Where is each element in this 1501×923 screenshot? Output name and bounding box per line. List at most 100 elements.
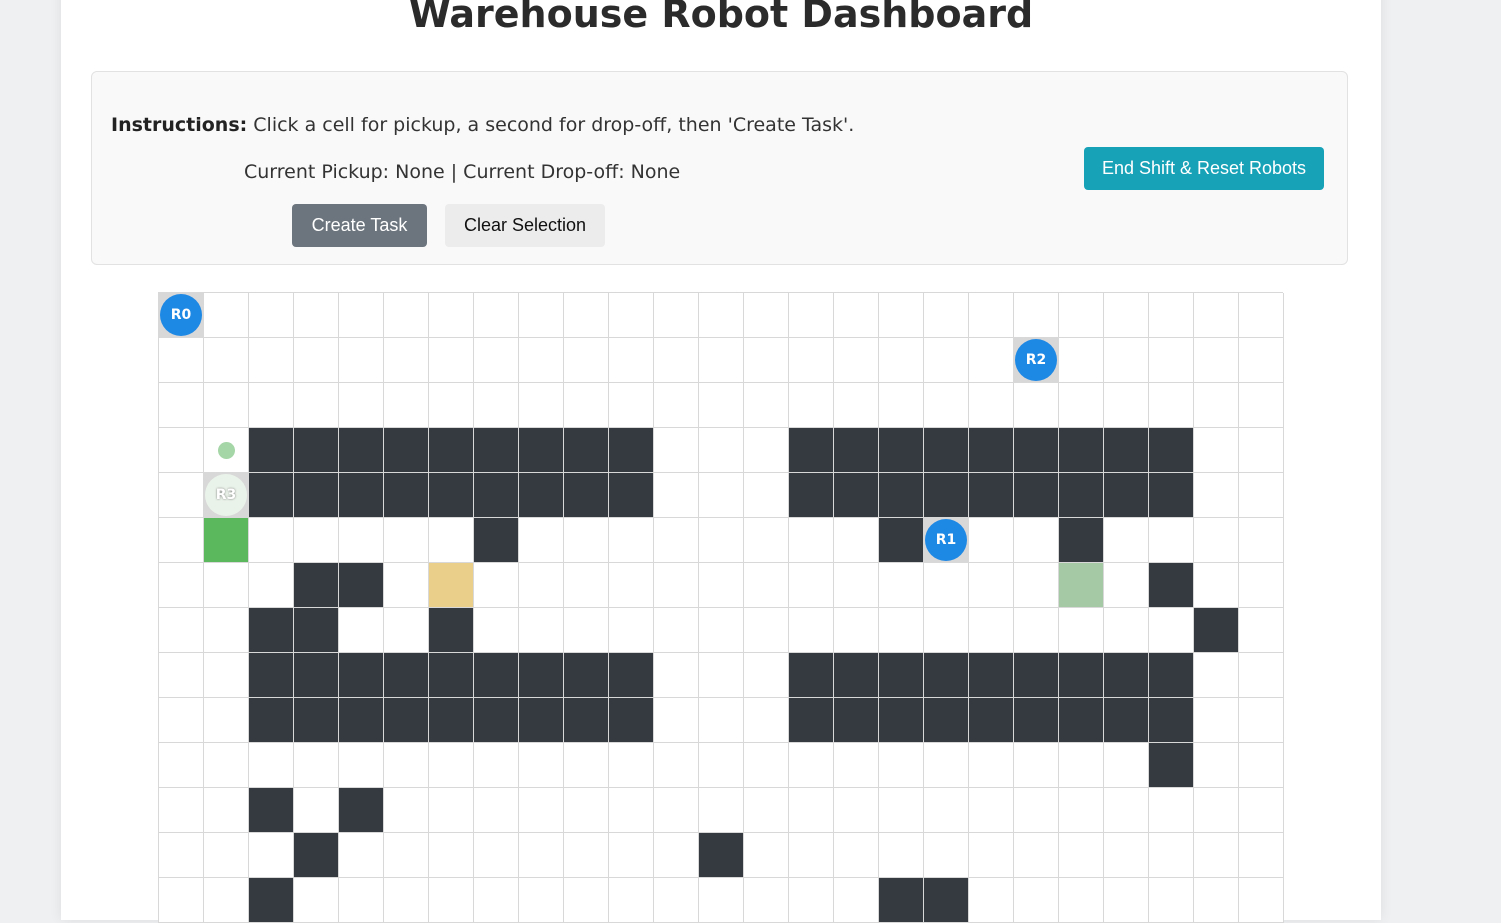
grid-cell[interactable] [1239, 563, 1284, 608]
shelf-cell[interactable] [1104, 698, 1149, 743]
grid-cell[interactable] [204, 608, 249, 653]
grid-cell[interactable] [204, 428, 249, 473]
grid-cell[interactable] [429, 833, 474, 878]
grid-cell[interactable] [654, 428, 699, 473]
grid-cell[interactable] [789, 788, 834, 833]
grid-cell[interactable] [1059, 383, 1104, 428]
shelf-cell[interactable] [339, 563, 384, 608]
shelf-cell[interactable] [294, 698, 339, 743]
grid-cell[interactable] [1014, 563, 1059, 608]
grid-cell[interactable] [699, 563, 744, 608]
shelf-cell[interactable] [1149, 743, 1194, 788]
shelf-cell[interactable] [1059, 428, 1104, 473]
grid-cell[interactable] [834, 833, 879, 878]
shelf-cell[interactable] [339, 698, 384, 743]
grid-cell[interactable] [564, 293, 609, 338]
grid-cell[interactable] [1059, 338, 1104, 383]
grid-cell[interactable] [519, 293, 564, 338]
grid-cell[interactable] [384, 743, 429, 788]
shelf-cell[interactable] [924, 653, 969, 698]
grid-cell[interactable] [699, 383, 744, 428]
grid-cell[interactable] [1239, 878, 1284, 923]
grid-cell[interactable] [1194, 878, 1239, 923]
shelf-cell[interactable] [249, 878, 294, 923]
grid-cell[interactable] [834, 608, 879, 653]
grid-cell[interactable] [1239, 293, 1284, 338]
robot-marker[interactable]: R3 [205, 474, 247, 516]
grid-cell[interactable] [519, 338, 564, 383]
shelf-cell[interactable] [474, 428, 519, 473]
grid-cell[interactable] [744, 293, 789, 338]
shelf-cell[interactable] [879, 653, 924, 698]
grid-cell[interactable] [1194, 743, 1239, 788]
grid-cell[interactable] [204, 338, 249, 383]
shelf-cell[interactable] [249, 788, 294, 833]
grid-cell[interactable] [474, 608, 519, 653]
shelf-cell[interactable] [924, 473, 969, 518]
grid-cell[interactable] [609, 338, 654, 383]
shelf-cell[interactable] [609, 428, 654, 473]
grid-cell[interactable] [969, 293, 1014, 338]
grid-cell[interactable] [1194, 653, 1239, 698]
grid-cell[interactable] [294, 788, 339, 833]
grid-cell[interactable] [1194, 293, 1239, 338]
grid-cell[interactable] [159, 428, 204, 473]
grid-cell[interactable] [1239, 608, 1284, 653]
grid-cell[interactable] [1104, 743, 1149, 788]
grid-cell[interactable] [1104, 518, 1149, 563]
grid-cell[interactable] [699, 653, 744, 698]
grid-cell[interactable] [384, 563, 429, 608]
grid-cell[interactable] [339, 608, 384, 653]
grid-cell[interactable] [834, 518, 879, 563]
shelf-cell[interactable] [834, 698, 879, 743]
grid-cell[interactable] [1104, 293, 1149, 338]
grid-cell[interactable] [1104, 608, 1149, 653]
grid-cell[interactable] [699, 698, 744, 743]
shelf-cell[interactable] [429, 428, 474, 473]
grid-cell[interactable] [429, 383, 474, 428]
shelf-cell[interactable] [564, 428, 609, 473]
grid-cell[interactable] [1194, 383, 1239, 428]
grid-cell[interactable] [1194, 518, 1239, 563]
grid-cell[interactable] [1014, 878, 1059, 923]
grid-cell[interactable] [1239, 788, 1284, 833]
grid-cell[interactable] [204, 293, 249, 338]
grid-cell[interactable] [294, 383, 339, 428]
shelf-cell[interactable] [1014, 698, 1059, 743]
grid-cell[interactable] [654, 563, 699, 608]
shelf-cell[interactable] [519, 698, 564, 743]
grid-cell[interactable] [879, 383, 924, 428]
grid-cell[interactable] [249, 563, 294, 608]
grid-cell[interactable] [519, 383, 564, 428]
shelf-cell[interactable] [384, 653, 429, 698]
grid-cell[interactable] [1149, 608, 1194, 653]
grid-cell[interactable] [969, 608, 1014, 653]
grid-cell[interactable] [1194, 473, 1239, 518]
shelf-cell[interactable] [1149, 428, 1194, 473]
grid-cell[interactable] [249, 743, 294, 788]
grid-cell[interactable]: R3 [204, 473, 249, 518]
grid-cell[interactable] [1149, 383, 1194, 428]
grid-cell[interactable] [1014, 608, 1059, 653]
grid-cell[interactable] [1239, 518, 1284, 563]
grid-cell[interactable] [789, 833, 834, 878]
grid-cell[interactable] [294, 518, 339, 563]
grid-cell[interactable] [564, 383, 609, 428]
shelf-cell[interactable] [249, 698, 294, 743]
grid-cell[interactable] [1149, 338, 1194, 383]
grid-cell[interactable] [744, 653, 789, 698]
shelf-cell[interactable] [609, 698, 654, 743]
shelf-cell[interactable] [969, 653, 1014, 698]
grid-cell[interactable] [474, 338, 519, 383]
shelf-cell[interactable] [339, 473, 384, 518]
shelf-cell[interactable] [1059, 518, 1104, 563]
grid-cell[interactable] [654, 878, 699, 923]
shelf-cell[interactable] [1149, 473, 1194, 518]
grid-cell[interactable] [924, 338, 969, 383]
grid-cell[interactable] [789, 743, 834, 788]
shelf-cell[interactable] [294, 473, 339, 518]
grid-cell[interactable] [699, 428, 744, 473]
shelf-cell[interactable] [879, 518, 924, 563]
grid-cell[interactable] [609, 383, 654, 428]
grid-cell[interactable] [654, 653, 699, 698]
